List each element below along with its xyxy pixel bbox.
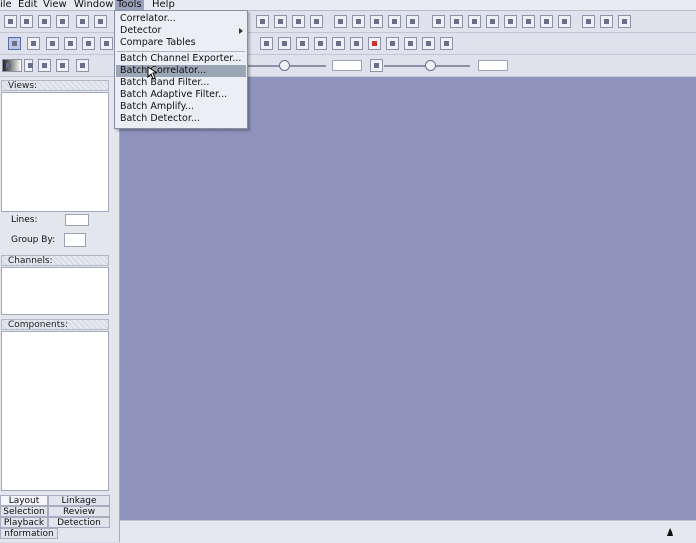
group-by-select[interactable] [64, 233, 86, 247]
menu-item-batch-correlator[interactable]: Batch Correlator... [116, 65, 246, 77]
menu-window[interactable]: Window [72, 0, 115, 10]
zoom-tool-icon[interactable] [314, 37, 327, 50]
tool-button-icon[interactable] [352, 15, 365, 28]
tool-button-icon[interactable] [558, 15, 571, 28]
tab-information[interactable]: nformation [0, 528, 58, 539]
menu-item-compare-tables[interactable]: Compare Tables [116, 37, 246, 49]
menu-separator [117, 51, 245, 52]
group-by-label: Group By: [11, 235, 56, 245]
tool-button-icon[interactable] [76, 15, 89, 28]
status-bar [120, 520, 696, 543]
tool-button-icon[interactable] [450, 15, 463, 28]
menu-item-batch-amplify[interactable]: Batch Amplify... [116, 101, 246, 113]
tool-button-icon[interactable] [618, 15, 631, 28]
tool-button-icon[interactable] [350, 37, 363, 50]
tool-button-icon[interactable] [582, 15, 595, 28]
tool-button-icon[interactable] [540, 15, 553, 28]
gain-input[interactable] [332, 60, 362, 71]
offset-slider[interactable] [425, 60, 436, 71]
components-list[interactable] [1, 331, 109, 491]
menu-view[interactable]: View [41, 0, 69, 10]
tool-button-icon[interactable] [100, 37, 113, 50]
tool-button-icon[interactable] [406, 15, 419, 28]
color-scale-icon[interactable] [2, 59, 22, 72]
grid-tool-icon[interactable] [440, 37, 453, 50]
pan-tool-icon[interactable] [64, 37, 77, 50]
tool-button-icon[interactable] [20, 15, 33, 28]
tool-button-icon[interactable] [334, 15, 347, 28]
color-dropdown-icon[interactable] [24, 59, 33, 72]
tool-button-icon[interactable] [256, 15, 269, 28]
grid-tool-icon[interactable] [422, 37, 435, 50]
tool-button-icon[interactable] [292, 15, 305, 28]
views-title: Views: [1, 80, 109, 91]
tool-button-icon[interactable] [370, 59, 383, 72]
tool-button-icon[interactable] [76, 59, 89, 72]
menu-item-batch-band-filter[interactable]: Batch Band Filter... [116, 77, 246, 89]
channels-title: Channels: [1, 255, 109, 266]
pointer-tool-icon[interactable] [8, 37, 21, 50]
tool-button-icon[interactable] [486, 15, 499, 28]
channels-list[interactable] [1, 267, 109, 315]
lines-label: Lines: [11, 215, 38, 225]
tool-button-icon[interactable] [56, 15, 69, 28]
tool-button-icon[interactable] [4, 15, 17, 28]
clear-tool-icon[interactable] [368, 37, 381, 50]
tool-button-icon[interactable] [38, 15, 51, 28]
mouse-cursor-icon [147, 66, 157, 80]
main-toolbar [0, 11, 696, 33]
zoom-tool-icon[interactable] [332, 37, 345, 50]
menu-tools[interactable]: Tools [115, 0, 144, 10]
grid-tool-icon[interactable] [386, 37, 399, 50]
menu-bar: ile Edit View Window Tools Help [0, 0, 696, 11]
main-canvas[interactable] [120, 77, 696, 520]
menu-item-detector-label: Detector [120, 25, 162, 36]
gain-slider[interactable] [279, 60, 290, 71]
tab-linkage[interactable]: Linkage [48, 495, 110, 506]
tool-button-icon[interactable] [468, 15, 481, 28]
tool-button-icon[interactable] [600, 15, 613, 28]
menu-item-batch-adaptive-filter[interactable]: Batch Adaptive Filter... [116, 89, 246, 101]
status-indicator-icon [667, 528, 673, 536]
box-tool-icon[interactable] [46, 37, 59, 50]
tool-button-icon[interactable] [504, 15, 517, 28]
tab-selection[interactable]: Selection [0, 506, 48, 517]
menu-file[interactable]: ile [0, 0, 14, 10]
tool-button-icon[interactable] [94, 15, 107, 28]
tab-layout[interactable]: Layout [0, 495, 48, 506]
views-list[interactable] [1, 92, 109, 212]
tools-menu: Correlator... Detector Compare Tables Ba… [114, 10, 248, 129]
tool-button-icon[interactable] [388, 15, 401, 28]
tool-button-icon[interactable] [274, 15, 287, 28]
tool-button-icon[interactable] [56, 59, 69, 72]
tool-button-icon[interactable] [38, 59, 51, 72]
select-tool-icon[interactable] [27, 37, 40, 50]
menu-help[interactable]: Help [150, 0, 177, 10]
zoom-tool-icon[interactable] [278, 37, 291, 50]
tool-button-icon[interactable] [310, 15, 323, 28]
hand-tool-icon[interactable] [82, 37, 95, 50]
zoom-tool-icon[interactable] [260, 37, 273, 50]
mode-toolbar [0, 33, 696, 55]
menu-edit[interactable]: Edit [16, 0, 39, 10]
zoom-tool-icon[interactable] [296, 37, 309, 50]
grid-tool-icon[interactable] [404, 37, 417, 50]
tool-button-icon[interactable] [432, 15, 445, 28]
submenu-arrow-icon [239, 28, 243, 34]
tab-playback[interactable]: Playback [0, 517, 48, 528]
tool-button-icon[interactable] [370, 15, 383, 28]
offset-input[interactable] [478, 60, 508, 71]
menu-item-detector[interactable]: Detector [116, 25, 246, 37]
menu-item-correlator[interactable]: Correlator... [116, 13, 246, 25]
display-toolbar [0, 55, 696, 77]
lines-input[interactable] [65, 214, 89, 226]
tab-detection[interactable]: Detection [48, 517, 110, 528]
tab-review[interactable]: Review [48, 506, 110, 517]
left-panel: Views: Lines: Group By: Channels: Compon… [0, 77, 120, 542]
tool-button-icon[interactable] [522, 15, 535, 28]
menu-item-batch-detector[interactable]: Batch Detector... [116, 113, 246, 125]
components-title: Components: [1, 319, 109, 330]
menu-item-batch-channel-exporter[interactable]: Batch Channel Exporter... [116, 53, 246, 65]
